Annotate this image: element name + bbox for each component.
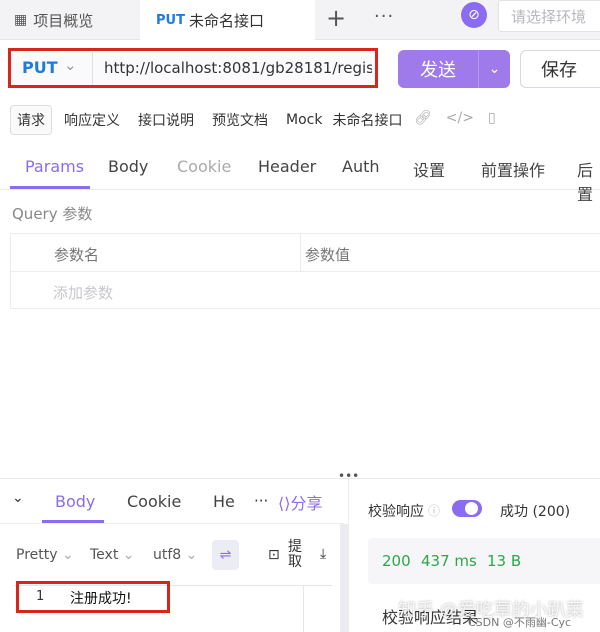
tab-unnamed-endpoint[interactable]: PUT 未命名接口: [140, 0, 315, 41]
tab-post-ops[interactable]: 后置: [577, 157, 600, 205]
environment-select[interactable]: 请选择环境: [498, 0, 600, 32]
tab-project-overview[interactable]: ▦ 项目概览: [0, 0, 140, 40]
code-icon[interactable]: </>: [446, 110, 474, 126]
response-tab-cookie[interactable]: Cookie: [127, 492, 181, 511]
format-select-text[interactable]: Text ⌄: [90, 547, 135, 563]
panel-splitter[interactable]: [0, 478, 600, 479]
tab-pre-ops[interactable]: 前置操作: [481, 157, 545, 181]
active-tab-indicator: [10, 186, 90, 189]
link-icon[interactable]: 🔗︎: [414, 110, 432, 126]
more-icon[interactable]: ···: [254, 492, 268, 510]
tab-params[interactable]: Params: [25, 157, 84, 176]
save-button[interactable]: 保存: [520, 50, 600, 88]
response-size: 13 B: [487, 552, 522, 570]
status-code: 200: [382, 552, 411, 570]
request-subtabs: 请求 响应定义 接口说明 预览文档 Mock 未命名接口: [10, 105, 414, 135]
tab-cookie[interactable]: Cookie: [177, 157, 231, 176]
query-params-label: Query 参数: [12, 205, 93, 223]
more-tabs-button[interactable]: ···: [374, 6, 394, 27]
subtab-mock[interactable]: Mock: [280, 108, 328, 132]
highlight-box: [16, 581, 170, 613]
subtab-response-definition[interactable]: 响应定义: [58, 106, 126, 134]
grid-icon: ▦: [14, 12, 28, 28]
verify-response-label: 校验响应: [368, 504, 424, 520]
extract-label[interactable]: 提取: [288, 540, 304, 570]
watermark-csdn: CSDN @不雨幽-Cyc: [468, 616, 572, 629]
download-icon[interactable]: ⤓: [320, 546, 326, 562]
send-label: 发送: [420, 60, 456, 81]
subtab-endpoint-description[interactable]: 接口说明: [132, 106, 200, 134]
divider: [0, 523, 344, 524]
extract-icon[interactable]: ⊡: [268, 547, 280, 563]
share-label: 分享: [290, 494, 323, 513]
subtab-request[interactable]: 请求: [10, 105, 52, 135]
share-button[interactable]: ⟨⟩分享: [278, 490, 323, 514]
scrollbar[interactable]: [340, 524, 348, 632]
tab-label: 未命名接口: [188, 12, 264, 30]
wrap-lines-icon[interactable]: ⇌: [212, 540, 239, 570]
endpoint-name[interactable]: 未命名接口: [326, 106, 408, 134]
tab-auth[interactable]: Auth: [342, 157, 380, 176]
response-time: 437 ms: [421, 552, 477, 570]
divider: [348, 479, 349, 632]
response-tab-header[interactable]: He: [213, 492, 235, 511]
encoding-select[interactable]: utf8 ⌄: [153, 547, 197, 563]
highlight-box: [8, 48, 378, 88]
help-icon[interactable]: ⓘ: [428, 502, 440, 519]
divider: [300, 234, 301, 272]
column-header-value: 参数值: [305, 246, 351, 264]
chevron-down-icon[interactable]: ⌄: [479, 61, 510, 77]
share-icon: ⟨⟩: [278, 494, 291, 513]
add-param-input[interactable]: 添加参数: [53, 282, 113, 303]
subtab-icons: 🔗︎ </> ▯: [414, 110, 496, 126]
tab-label: 项目概览: [33, 11, 94, 30]
collapse-chevron-icon[interactable]: ⌄: [12, 490, 24, 506]
column-header-name: 参数名: [54, 246, 100, 264]
tab-method-badge: PUT: [156, 13, 185, 28]
environment-icon[interactable]: ⊘: [461, 2, 487, 28]
toggle-knob: [465, 502, 478, 515]
tab-body[interactable]: Body: [108, 157, 148, 176]
add-tab-button[interactable]: +: [326, 4, 346, 32]
divider: [303, 586, 304, 632]
format-select-pretty[interactable]: Pretty ⌄: [16, 547, 74, 563]
tab-header[interactable]: Header: [258, 157, 316, 176]
panel-icon[interactable]: ▯: [488, 110, 496, 126]
send-button[interactable]: 发送 ⌄: [398, 50, 510, 88]
tab-settings[interactable]: 设置: [413, 157, 445, 181]
subtab-preview-doc[interactable]: 预览文档: [206, 106, 274, 134]
status-text: 成功 (200): [500, 504, 571, 520]
response-tab-body[interactable]: Body: [55, 492, 95, 511]
